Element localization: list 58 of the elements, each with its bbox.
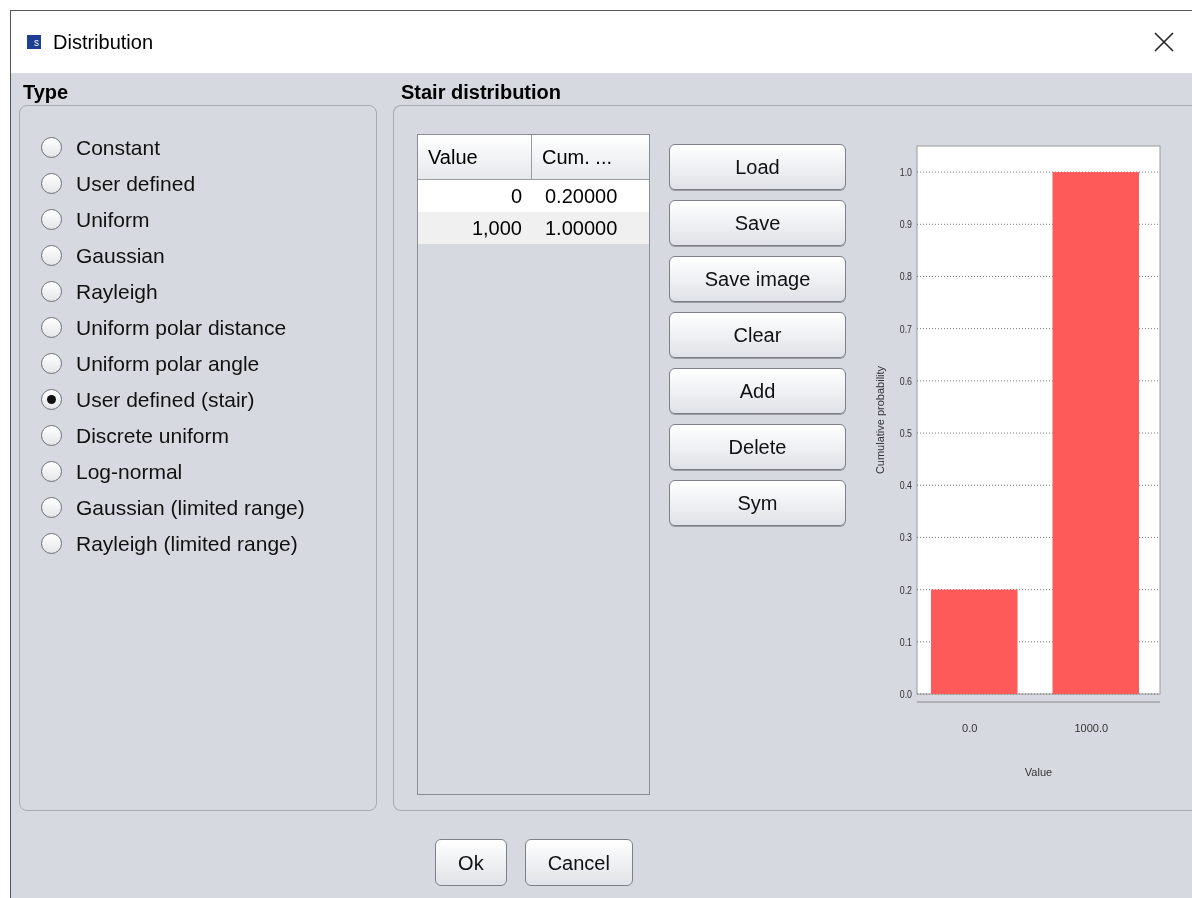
radio-option[interactable]: Gaussian (limited range) [41, 493, 309, 522]
radio-button[interactable] [41, 497, 62, 518]
x-tick-label: 1000.0 [1074, 722, 1109, 734]
y-tick-label: 0.1 [899, 635, 912, 648]
window-title: Distribution [53, 30, 154, 55]
column-header[interactable]: Value [418, 135, 532, 179]
radio-option[interactable]: User defined (stair) [41, 385, 259, 414]
action-button[interactable]: Save image [669, 256, 846, 302]
table-cell-text: 0.20000 [544, 184, 619, 209]
radio-option[interactable]: Constant [41, 133, 165, 162]
radio-button[interactable] [41, 389, 62, 410]
radio-option[interactable]: Gaussian [41, 241, 169, 270]
table-cell-text: 1,000 [470, 216, 523, 241]
radio-button[interactable] [41, 245, 62, 266]
radio-button[interactable] [41, 425, 62, 446]
radio-button[interactable] [41, 209, 62, 230]
y-tick-label: 0.3 [899, 531, 912, 544]
x-axis-label: Value [1024, 766, 1053, 778]
radio-button[interactable] [41, 461, 62, 482]
dialog-button[interactable]: Ok [435, 839, 507, 886]
y-tick-label: 1.0 [899, 166, 912, 179]
action-button[interactable]: Add [669, 368, 846, 414]
radio-option[interactable]: Rayleigh (limited range) [41, 529, 302, 558]
radio-button[interactable] [41, 317, 62, 338]
radio-option[interactable]: Discrete uniform [41, 421, 233, 450]
radio-button[interactable] [41, 533, 62, 554]
radio-option[interactable]: Uniform [41, 205, 154, 234]
action-button[interactable]: Save [669, 200, 846, 246]
radio-button[interactable] [41, 281, 62, 302]
y-tick-label: 0.2 [899, 583, 912, 596]
radio-button[interactable] [41, 137, 62, 158]
action-button[interactable]: Delete [669, 424, 846, 470]
radio-option[interactable]: User defined [41, 169, 200, 198]
y-tick-label: 0.5 [899, 427, 912, 440]
radio-option[interactable]: Uniform polar angle [41, 349, 264, 378]
dialog-button[interactable]: Cancel [524, 839, 633, 886]
section-title: Type [22, 80, 70, 105]
y-tick-label: 0.0 [899, 688, 912, 701]
y-tick-label: 0.4 [899, 479, 912, 492]
x-tick-label: 0.0 [962, 722, 978, 734]
app-icon: s [27, 35, 41, 49]
table-cell-text: 0 [509, 184, 523, 209]
radio-button[interactable] [41, 353, 62, 374]
y-axis-label: Cumulative probability [874, 365, 886, 475]
section-title: Stair distribution [400, 80, 562, 105]
column-header[interactable]: Cum. ... [532, 135, 649, 179]
action-button[interactable]: Load [669, 144, 846, 190]
radio-option[interactable]: Rayleigh [41, 277, 162, 306]
y-tick-label: 0.9 [899, 218, 912, 231]
y-tick-label: 0.7 [899, 322, 912, 335]
y-tick-label: 0.8 [899, 270, 912, 283]
table-cell-text: 1.00000 [544, 216, 619, 241]
action-button[interactable]: Clear [669, 312, 846, 358]
action-button[interactable]: Sym [669, 480, 846, 526]
radio-option[interactable]: Log-normal [41, 457, 187, 486]
radio-button[interactable] [41, 173, 62, 194]
y-tick-label: 0.6 [899, 374, 912, 388]
radio-option[interactable]: Uniform polar distance [41, 313, 291, 342]
